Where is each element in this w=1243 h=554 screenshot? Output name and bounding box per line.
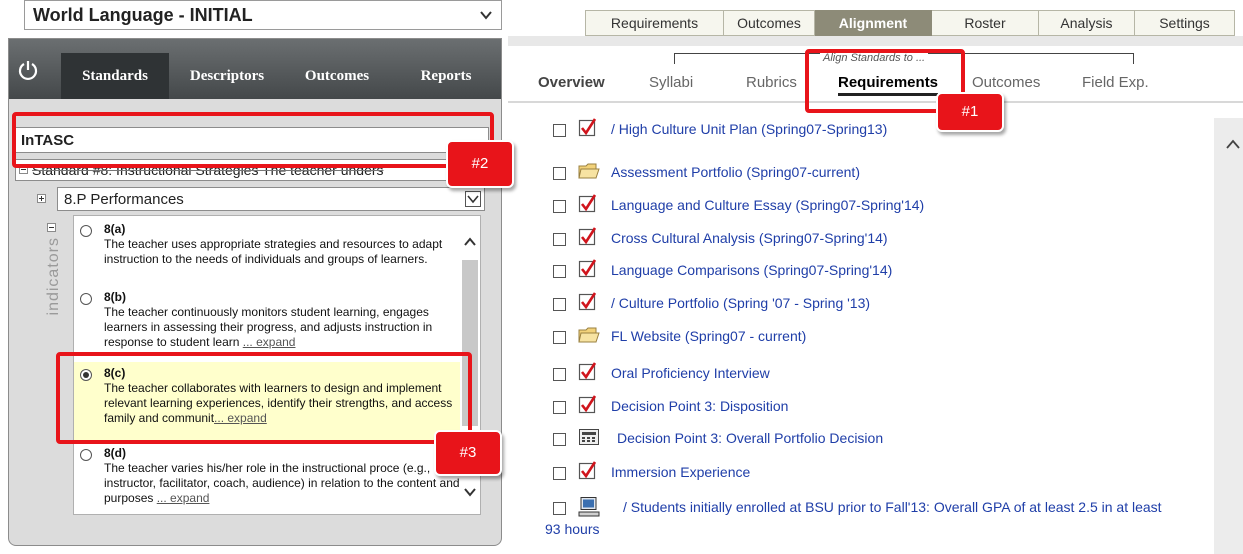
requirement-checkbox[interactable] [553,467,566,480]
requirement-checkbox[interactable] [553,433,566,446]
indicator-item[interactable]: 8(a) The teacher uses appropriate strate… [74,222,460,282]
subtab-overview[interactable]: Overview [538,74,605,91]
left-tab-bar: Standards Descriptors Outcomes Reports [9,39,501,99]
requirement-title-link[interactable]: Immersion Experience [611,464,750,480]
folder-icon [578,325,600,345]
tab-analysis[interactable]: Analysis [1039,10,1135,36]
checkbox-icon [578,292,598,312]
checkbox-icon [578,227,598,247]
requirement-title-link[interactable]: Oral Proficiency Interview [611,365,770,381]
checkbox-icon [578,362,598,382]
left-tab-standards[interactable]: Standards [61,53,169,99]
indicators-label: indicators [45,237,62,316]
callout-badge-1: #1 [936,92,1004,132]
tab-requirements[interactable]: Requirements [585,10,724,36]
indicator-item[interactable]: 8(b) The teacher continuously monitors s… [74,290,460,352]
requirement-checkbox[interactable] [553,401,566,414]
folder-icon [578,161,600,181]
requirement-title-link[interactable]: / High Culture Unit Plan (Spring07-Sprin… [611,121,887,137]
requirement-title-link[interactable]: Language Comparisons (Spring07-Spring'14… [611,262,892,278]
subtab-rubrics[interactable]: Rubrics [746,74,797,91]
requirement-scrollbar[interactable] [1214,118,1243,554]
checkbox-icon [578,461,598,481]
tab-underline-strip [508,36,1243,46]
indicator-code: 8(a) [104,222,126,236]
requirement-title-link[interactable]: Cross Cultural Analysis (Spring07-Spring… [611,230,888,246]
scroll-up-icon[interactable] [1226,138,1240,150]
requirement-title-link[interactable]: Assessment Portfolio (Spring07-current) [611,164,860,180]
requirement-checkbox[interactable] [553,368,566,381]
computer-icon [578,496,600,517]
indicator-radio[interactable] [80,449,92,461]
subtab-field-exp[interactable]: Field Exp. [1082,74,1149,91]
program-select[interactable]: World Language - INITIAL [24,0,502,30]
indicator-radio[interactable] [80,293,92,305]
requirement-title-link[interactable]: / Culture Portfolio (Spring '07 - Spring… [611,295,870,311]
subtab-syllabi[interactable]: Syllabi [649,74,693,91]
indicator-text: The teacher uses appropriate strategies … [104,237,443,266]
collapse-indicators-icon[interactable] [47,223,56,232]
tab-outcomes[interactable]: Outcomes [724,10,815,36]
requirement-checkbox[interactable] [553,124,566,137]
indicator-item[interactable]: 8(d) The teacher varies his/her role in … [74,446,460,510]
callout-box-2 [12,112,494,168]
requirement-checkbox[interactable] [553,167,566,180]
requirement-checkbox[interactable] [553,200,566,213]
main-tab-bar: Requirements Outcomes Alignment Roster A… [585,10,1235,36]
indicator-text: The teacher continuously monitors studen… [104,305,433,349]
calculator-icon [578,427,599,447]
scroll-down-icon[interactable] [464,486,476,498]
requirement-checkbox[interactable] [553,233,566,246]
subtab-outcomes[interactable]: Outcomes [972,74,1040,91]
tab-alignment[interactable]: Alignment [815,10,932,36]
requirement-title-link[interactable]: FL Website (Spring07 - current) [611,328,806,344]
performance-select[interactable]: 8.P Performances [57,187,485,211]
expand-link[interactable]: ... expand [157,491,210,505]
left-tab-outcomes[interactable]: Outcomes [285,53,389,99]
tab-settings[interactable]: Settings [1135,10,1235,36]
left-tab-descriptors[interactable]: Descriptors [169,53,285,99]
expand-icon[interactable] [37,194,46,203]
callout-box-3 [56,352,472,444]
requirement-checkbox[interactable] [553,265,566,278]
checkbox-icon [578,118,598,138]
callout-badge-2: #2 [446,140,514,188]
requirement-title-link[interactable]: Decision Point 3: Overall Portfolio Deci… [617,430,883,446]
indicator-code: 8(b) [104,290,126,304]
scroll-up-icon[interactable] [464,236,476,248]
requirement-title-link[interactable]: / Students initially enrolled at BSU pri… [623,499,1162,515]
requirement-checkbox[interactable] [553,502,566,515]
expand-link[interactable]: ... expand [243,335,296,349]
tab-roster[interactable]: Roster [932,10,1039,36]
requirement-title-link[interactable]: Language and Culture Essay (Spring07-Spr… [611,197,924,213]
checkbox-icon [578,395,598,415]
left-tab-reports[interactable]: Reports [389,53,501,99]
checkbox-icon [578,259,598,279]
checkbox-icon [578,194,598,214]
requirement-checkbox[interactable] [553,331,566,344]
requirement-continuation: 93 hours [545,521,600,537]
requirement-title-link[interactable]: Decision Point 3: Disposition [611,398,788,414]
indicator-code: 8(d) [104,446,126,460]
chevron-down-icon [480,11,492,20]
requirement-checkbox[interactable] [553,298,566,311]
indicator-text: The teacher varies his/her role in the i… [104,461,460,505]
program-title: World Language - INITIAL [33,5,253,25]
chevron-down-icon [465,191,481,207]
indicator-radio[interactable] [80,225,92,237]
callout-badge-3: #3 [434,430,502,476]
performance-select-value: 8.P Performances [64,191,184,208]
power-icon[interactable] [17,59,39,81]
